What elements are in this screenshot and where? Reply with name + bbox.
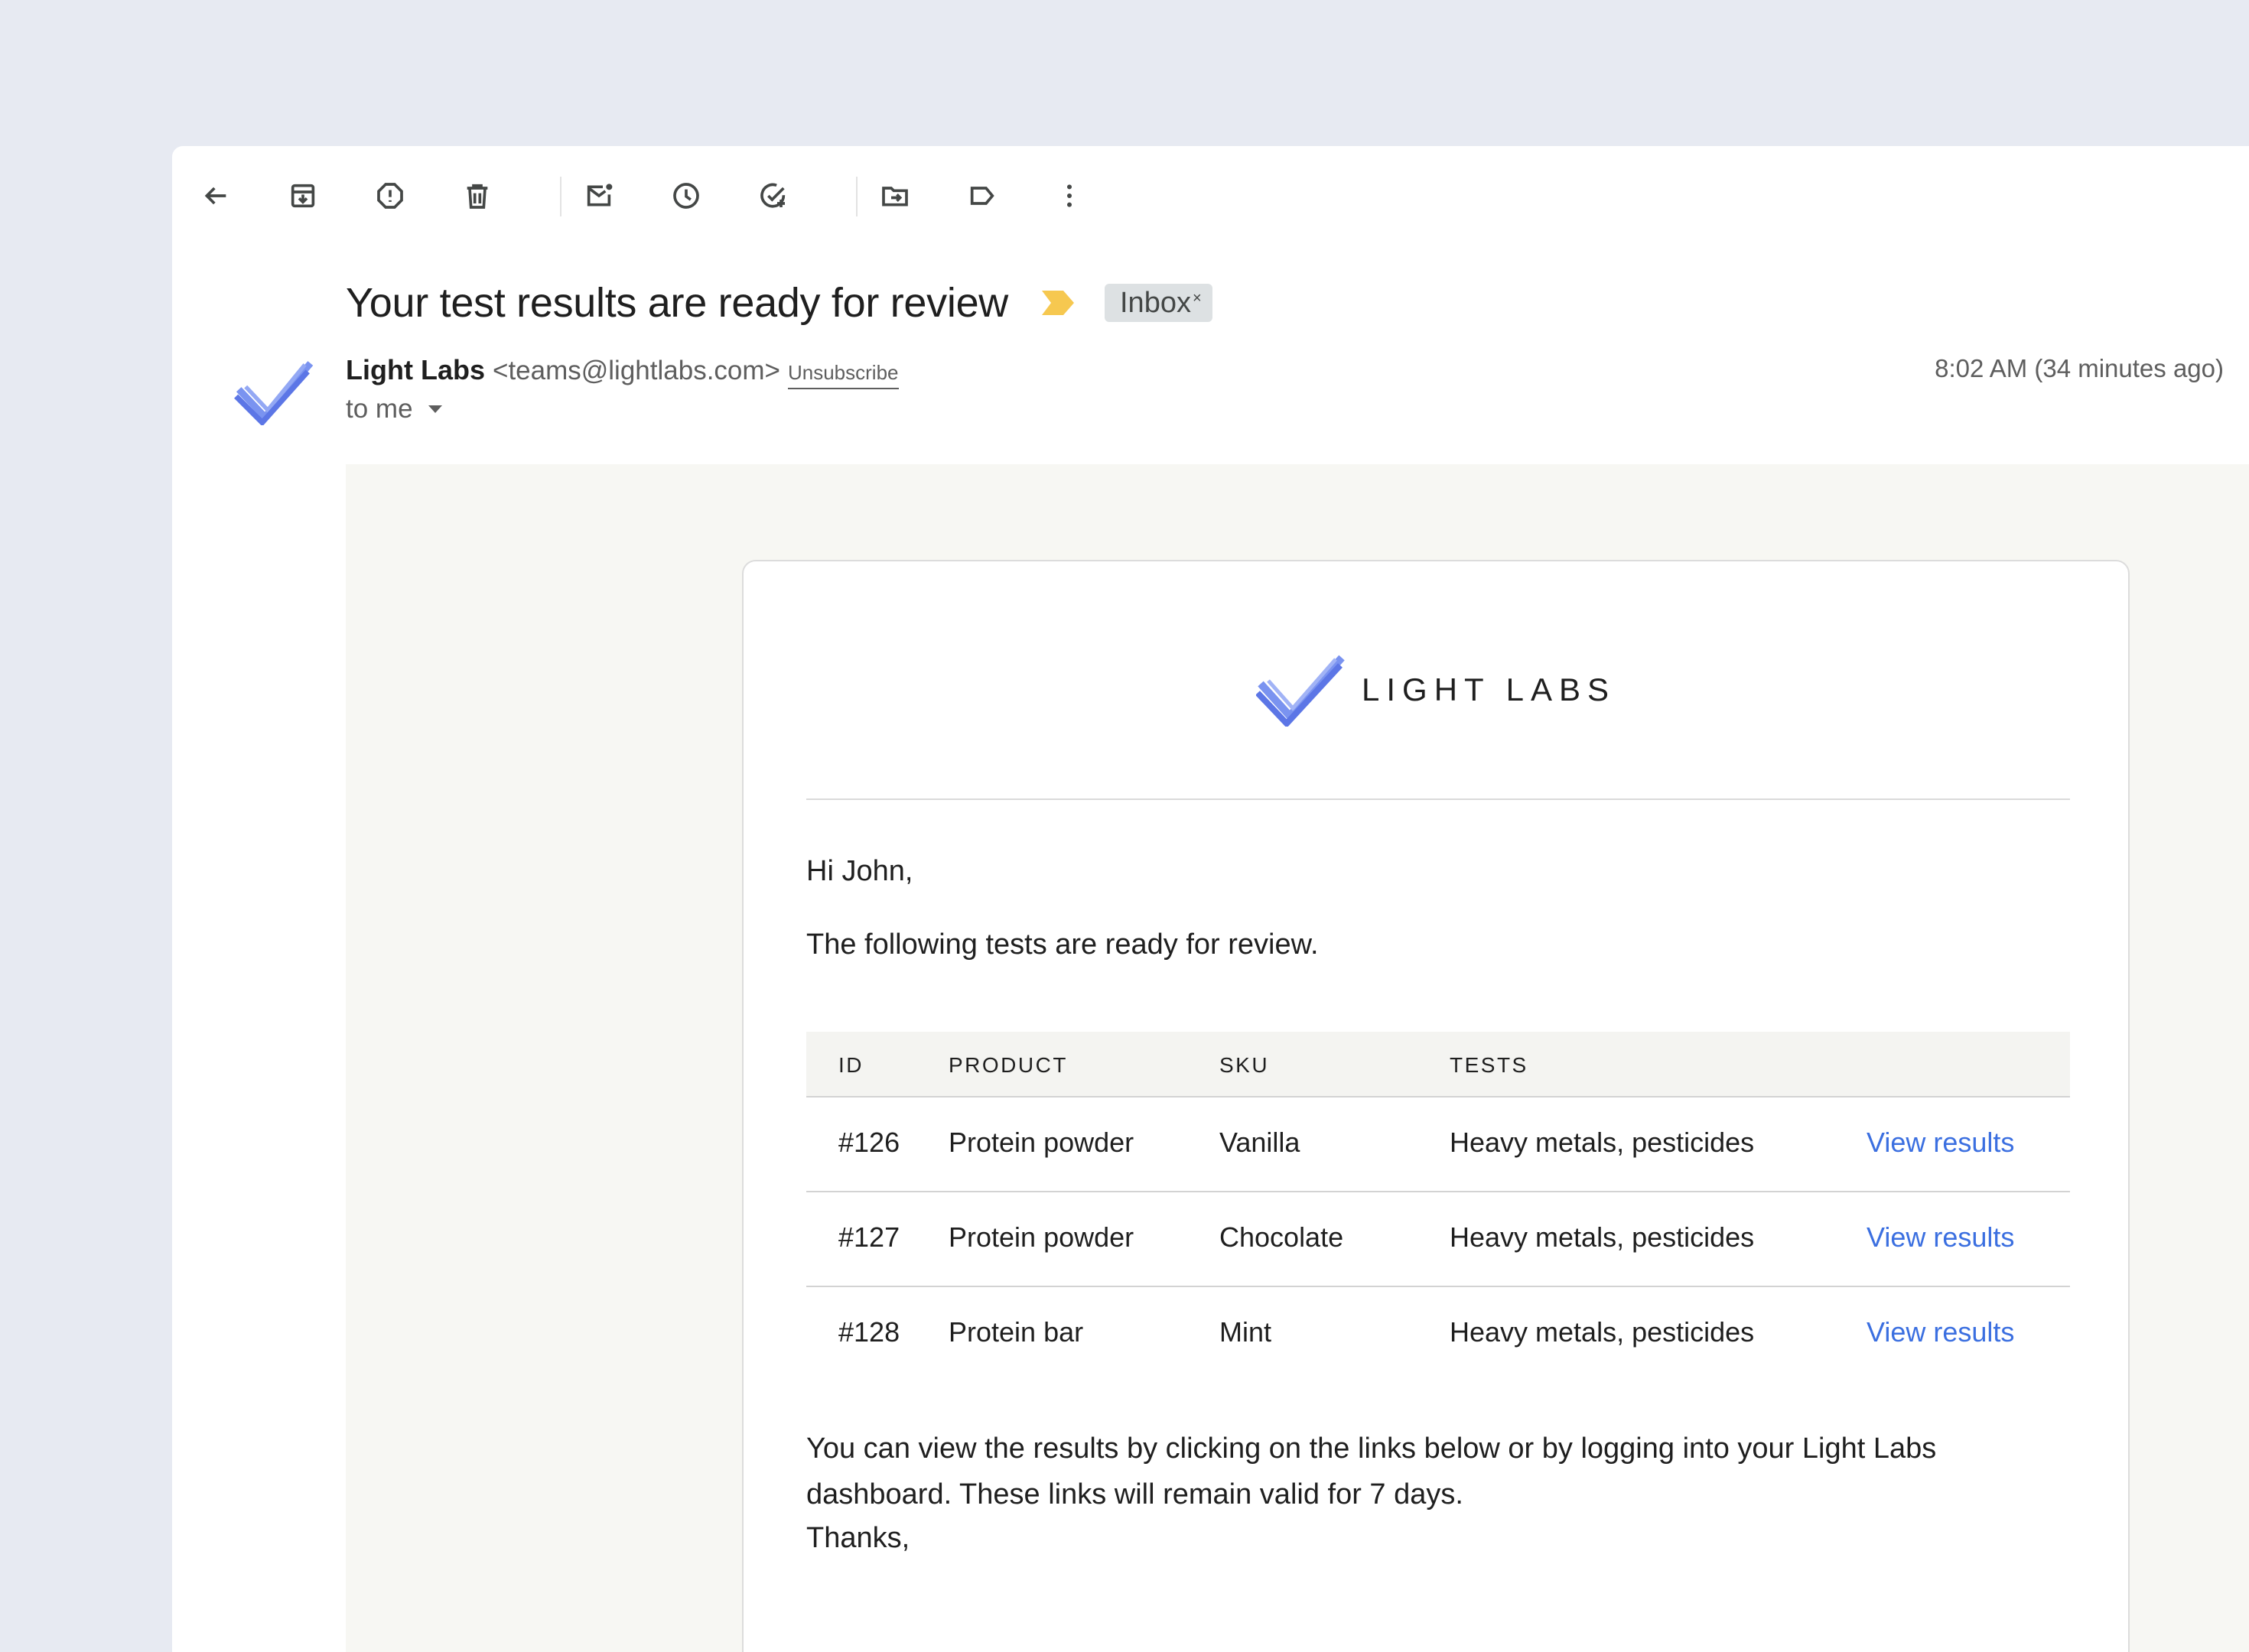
subject-row: Your test results are ready for review I… [346,272,1212,333]
back-arrow-icon [204,187,226,205]
toolbar-separator [560,177,561,216]
archive-button[interactable] [279,172,327,220]
table-row: #127 Protein powder Chocolate Heavy meta… [806,1192,2070,1287]
importance-marker-icon[interactable] [1040,288,1077,318]
row-id: #128 [838,1316,900,1348]
row-product: Protein powder [949,1127,1134,1158]
column-header-tests: TESTS [1450,1053,1528,1077]
inbox-label-text: Inbox [1120,286,1191,319]
sender-email: <teams@lightlabs.com> [493,356,780,385]
table-row: #126 Protein powder Vanilla Heavy metals… [806,1098,2070,1192]
view-results-link[interactable]: View results [1867,1127,2014,1159]
instructions-paragraph: You can view the results by clicking on … [806,1432,1937,1511]
snooze-button[interactable] [662,172,710,220]
remove-label-icon[interactable]: × [1193,290,1202,307]
more-options-button[interactable] [1046,172,1093,220]
label-icon [970,187,994,205]
row-product: Protein bar [949,1316,1084,1348]
sender-line: Light Labs <teams@lightlabs.com> Unsubsc… [346,354,899,389]
report-spam-icon [377,183,403,209]
row-tests: Heavy metals, pesticides [1450,1221,1755,1253]
email-timestamp: 8:02 AM (34 minutes ago) [1935,354,2224,382]
add-task-button[interactable] [750,172,797,220]
view-results-link[interactable]: View results [1867,1221,2014,1254]
label-button[interactable] [959,172,1006,220]
add-task-icon [760,183,786,208]
chevron-down-icon [428,405,442,413]
mark-unread-icon [587,184,613,206]
light-labs-logo-icon [1256,655,1345,727]
header-divider [806,798,2070,800]
email-toolbar [172,146,2249,246]
archive-icon [291,184,315,208]
row-tests: Heavy metals, pesticides [1450,1127,1755,1158]
delete-icon [467,184,488,209]
mark-unread-button[interactable] [575,172,623,220]
row-id: #127 [838,1221,900,1253]
row-tests: Heavy metals, pesticides [1450,1316,1755,1348]
row-sku: Chocolate [1219,1221,1344,1253]
intro-text: The following tests are ready for review… [806,928,1319,961]
view-results-link[interactable]: View results [1867,1316,2014,1348]
back-button[interactable] [192,172,239,220]
results-table: ID PRODUCT SKU TESTS #126 Protein powder… [806,1032,2070,1382]
row-sku: Vanilla [1219,1127,1300,1158]
brand-header: LIGHT LABS [744,653,2128,727]
row-product: Protein powder [949,1221,1134,1253]
column-header-id: ID [838,1053,864,1077]
brand-name: LIGHT LABS [1362,672,1616,707]
signoff-text: Thanks, [806,1522,910,1554]
email-window: Your test results are ready for review I… [172,146,2249,1652]
row-id: #126 [838,1127,900,1158]
move-to-icon [882,187,908,206]
column-header-sku: SKU [1219,1053,1270,1077]
row-sku: Mint [1219,1316,1272,1348]
sender-avatar [234,361,314,425]
unsubscribe-link[interactable]: Unsubscribe [787,361,899,389]
toolbar-separator [856,177,858,216]
sender-name: Light Labs [346,354,485,385]
inbox-label-chip[interactable]: Inbox × [1105,284,1212,322]
column-header-product: PRODUCT [949,1053,1068,1077]
table-row: #128 Protein bar Mint Heavy metals, pest… [806,1287,2070,1382]
snooze-icon [673,183,699,209]
more-vert-icon [1067,184,1072,207]
recipient-text: to me [346,394,413,424]
email-message-card: LIGHT LABS Hi John, The following tests … [742,560,2130,1652]
recipient-details-toggle[interactable]: to me [346,394,442,424]
report-spam-button[interactable] [366,172,414,220]
table-header: ID PRODUCT SKU TESTS [806,1032,2070,1098]
move-to-button[interactable] [871,172,919,220]
delete-button[interactable] [454,172,501,220]
email-subject: Your test results are ready for review [346,280,1008,326]
greeting-text: Hi John, [806,855,913,887]
